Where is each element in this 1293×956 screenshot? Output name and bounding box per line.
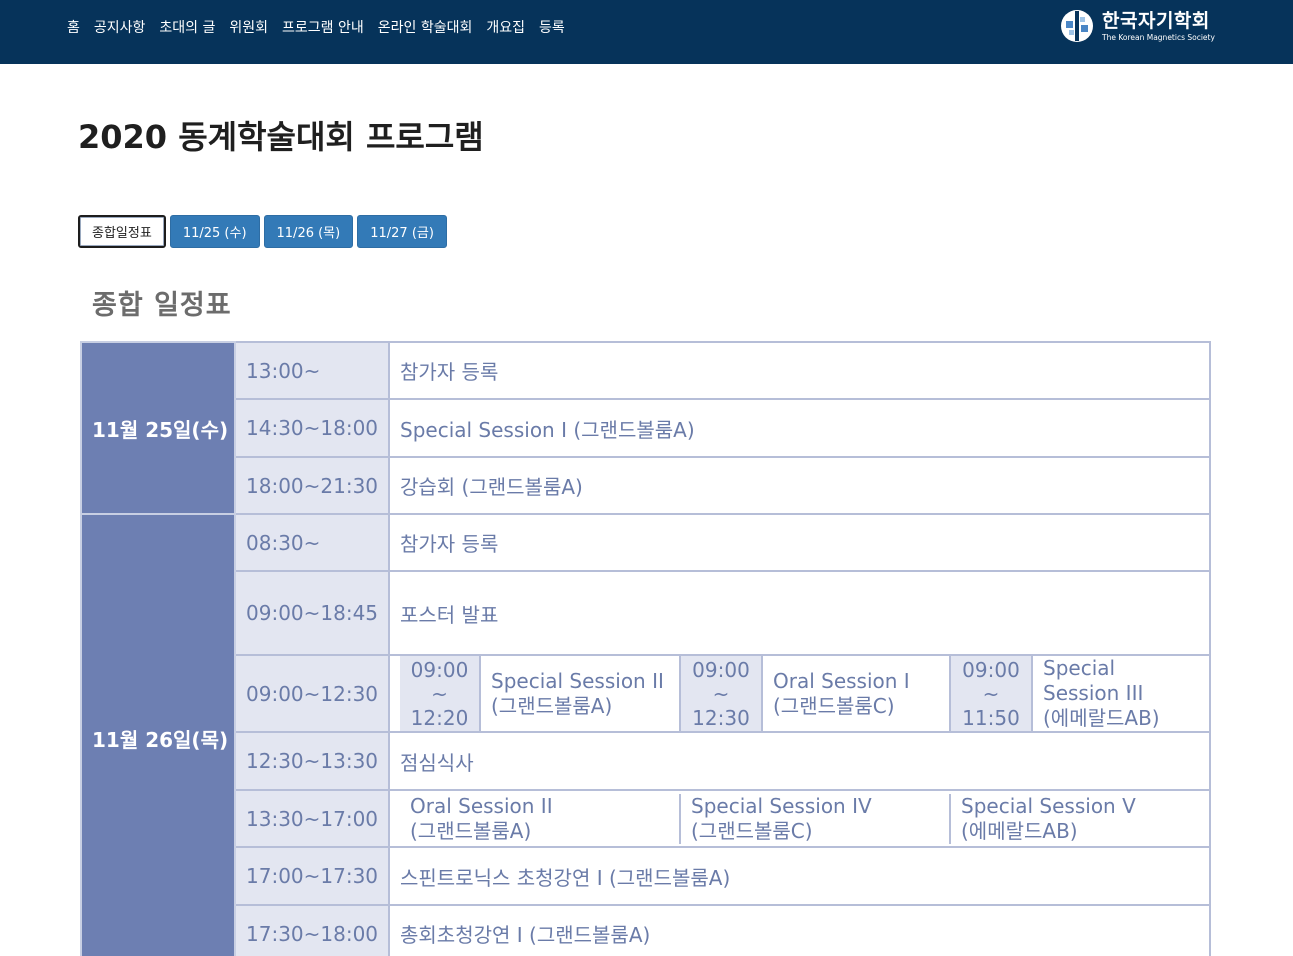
table-row: 09:00~18:45 포스터 발표 — [81, 570, 1211, 656]
session-end: 12:30 — [692, 705, 750, 730]
time-cell: 18:00~21:30 — [234, 456, 390, 515]
session-start: 09:00 — [962, 657, 1020, 682]
event-cell: 참가자 등록 — [388, 341, 1211, 400]
session-end: 11:50 — [962, 705, 1020, 730]
table-row: 09:00~12:30 09:00 ~ 12:20 Special Sessio… — [81, 654, 1211, 733]
main-nav: 홈 공지사항 초대의 글 위원회 프로그램 안내 온라인 학술대회 개요집 등록 — [60, 0, 572, 54]
tab-overall-schedule[interactable]: 종합일정표 — [78, 215, 166, 248]
section-title: 종합 일정표 — [92, 290, 232, 321]
page-title: 2020 동계학술대회 프로그램 — [78, 118, 484, 156]
session-name: Special Session V (에메랄드AB) — [950, 794, 1199, 844]
time-cell: 14:30~18:00 — [234, 398, 390, 458]
parallel-sessions: 09:00 ~ 12:20 Special Session II (그랜드볼룸A… — [400, 656, 1199, 730]
date-cell-day2: 11월 26일(목) — [80, 513, 236, 956]
society-logo[interactable]: 한국자기학회 The Korean Magnetics Society — [1060, 9, 1215, 43]
session-name: Special Session III (에메랄드AB) — [1032, 656, 1199, 730]
parallel-sessions: Oral Session II (그랜드볼룸A) Special Session… — [400, 793, 1199, 844]
session-tilde: ~ — [712, 681, 730, 706]
session-time: 09:00 ~ 12:30 — [680, 657, 763, 730]
session-room: (그랜드볼룸A) — [410, 818, 532, 843]
event-cell: Special Session I (그랜드볼룸A) — [388, 398, 1211, 458]
parallel-sessions-cell: Oral Session II (그랜드볼룸A) Special Session… — [388, 789, 1211, 848]
society-logo-icon — [1061, 10, 1093, 42]
session-title: Special Session II — [491, 668, 664, 693]
session-room: (에메랄드AB) — [961, 818, 1078, 843]
nav-registration[interactable]: 등록 — [532, 17, 572, 37]
time-cell: 09:00~12:30 — [234, 654, 390, 733]
parallel-sessions-cell: 09:00 ~ 12:20 Special Session II (그랜드볼룸A… — [388, 654, 1211, 733]
time-cell: 17:30~18:00 — [234, 904, 390, 956]
session-tilde: ~ — [431, 681, 448, 706]
session-name: Oral Session I (그랜드볼룸C) — [762, 657, 951, 730]
nav-home[interactable]: 홈 — [60, 17, 87, 37]
top-navbar: 홈 공지사항 초대의 글 위원회 프로그램 안내 온라인 학술대회 개요집 등록… — [0, 0, 1293, 64]
time-cell: 08:30~ — [234, 513, 390, 572]
session-room: (그랜드볼룸C) — [691, 818, 813, 843]
nav-invitation[interactable]: 초대의 글 — [152, 17, 222, 37]
session-room: (그랜드볼룸C) — [773, 693, 895, 718]
session-title: Special Session IV — [691, 793, 872, 818]
event-cell: 스핀트로닉스 초청강연 I (그랜드볼룸A) — [388, 846, 1211, 906]
logo-name-korean: 한국자기학회 — [1102, 9, 1210, 32]
logo-name-english: The Korean Magnetics Society — [1102, 32, 1215, 42]
time-cell: 13:30~17:00 — [234, 789, 390, 848]
table-row: 13:30~17:00 Oral Session II (그랜드볼룸A) Spe… — [81, 789, 1211, 848]
time-cell: 13:00~ — [234, 341, 390, 400]
session-title: Oral Session II — [410, 793, 553, 818]
table-row: 11월 25일(수) 13:00~ 참가자 등록 — [80, 341, 1211, 515]
session-title: Oral Session I — [773, 668, 910, 693]
session-start: 09:00 — [410, 657, 469, 682]
session-name: Special Session II (그랜드볼룸A) — [480, 657, 681, 730]
schedule-table: 11월 25일(수) 13:00~ 참가자 등록 14:30~18:00 Spe… — [80, 341, 1211, 956]
session-time: 09:00 ~ 11:50 — [950, 657, 1033, 730]
session-room: (에메랄드AB) — [1043, 706, 1160, 730]
time-cell: 17:00~17:30 — [234, 846, 390, 906]
session-title: Special Session III — [1043, 656, 1144, 705]
event-cell: 강습회 (그랜드볼룸A) — [388, 456, 1211, 515]
nav-abstracts[interactable]: 개요집 — [479, 17, 532, 37]
event-cell: 포스터 발표 — [388, 570, 1211, 656]
session-end: 12:20 — [410, 705, 469, 730]
table-row: 11월 26일(목) 08:30~ 참가자 등록 — [80, 513, 1211, 956]
session-tilde: ~ — [982, 681, 1000, 706]
nav-notices[interactable]: 공지사항 — [87, 17, 153, 37]
table-row: 18:00~21:30 강습회 (그랜드볼룸A) — [81, 456, 1211, 515]
session-time: 09:00 ~ 12:20 — [400, 657, 481, 730]
session-start: 09:00 — [692, 657, 750, 682]
table-row: 12:30~13:30 점심식사 — [81, 731, 1211, 791]
session-name: Special Session IV (그랜드볼룸C) — [680, 793, 951, 844]
session-title: Special Session V — [961, 793, 1136, 818]
event-cell: 참가자 등록 — [388, 513, 1211, 572]
time-cell: 09:00~18:45 — [234, 570, 390, 656]
table-row: 17:00~17:30 스핀트로닉스 초청강연 I (그랜드볼룸A) — [81, 846, 1211, 906]
nav-online-conference[interactable]: 온라인 학술대회 — [371, 17, 480, 37]
session-room: (그랜드볼룸A) — [491, 693, 613, 718]
nav-committee[interactable]: 위원회 — [222, 17, 275, 37]
time-cell: 12:30~13:30 — [234, 731, 390, 791]
event-cell: 점심식사 — [388, 731, 1211, 791]
session-name: Oral Session II (그랜드볼룸A) — [400, 793, 681, 844]
nav-program[interactable]: 프로그램 안내 — [275, 17, 371, 37]
date-cell-day1: 11월 25일(수) — [80, 341, 236, 515]
event-cell: 총회초청강연 I (그랜드볼룸A) — [388, 904, 1211, 956]
table-row: 17:30~18:00 총회초청강연 I (그랜드볼룸A) — [81, 904, 1211, 956]
tab-nov-26[interactable]: 11/26 (목) — [263, 215, 354, 248]
table-row: 14:30~18:00 Special Session I (그랜드볼룸A) — [81, 398, 1211, 458]
schedule-tabs: 종합일정표 11/25 (수) 11/26 (목) 11/27 (금) — [78, 215, 451, 248]
tab-nov-27[interactable]: 11/27 (금) — [357, 215, 447, 248]
tab-nov-25[interactable]: 11/25 (수) — [169, 215, 260, 248]
